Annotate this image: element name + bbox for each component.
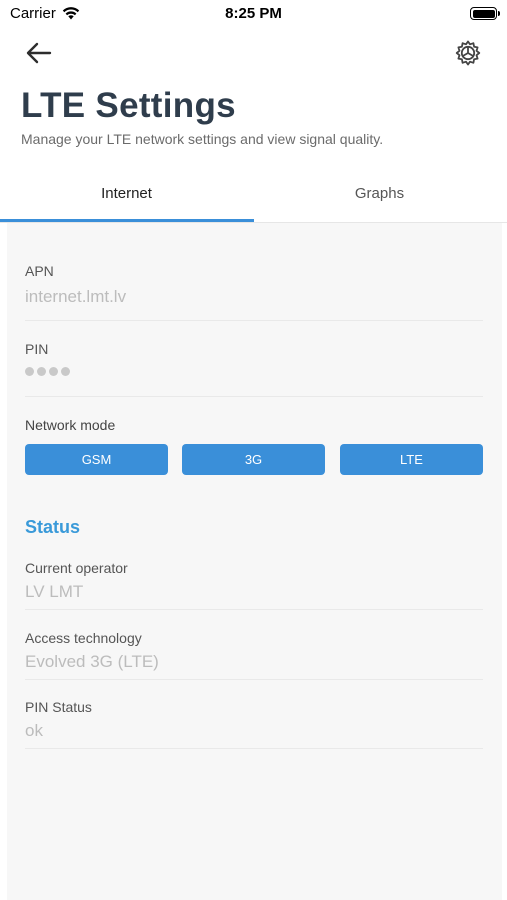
access-technology-label: Access technology [25, 630, 142, 646]
status-heading: Status [25, 517, 81, 537]
arrow-left-icon [26, 42, 52, 64]
back-button[interactable] [24, 38, 54, 68]
pin-status-value: ok [25, 721, 43, 740]
access-technology-value: Evolved 3G (LTE) [25, 652, 159, 671]
pin-field[interactable]: PIN [25, 341, 483, 397]
current-operator-label: Current operator [25, 560, 128, 576]
pin-dot [61, 367, 70, 376]
pin-status-field: PIN Status ok [25, 699, 483, 749]
battery-icon [470, 7, 500, 20]
pin-status-label: PIN Status [25, 699, 92, 715]
current-operator-field: Current operator LV LMT [25, 560, 483, 610]
tab-internet[interactable]: Internet [0, 172, 253, 222]
apn-value[interactable]: internet.lmt.lv [25, 287, 483, 307]
settings-button[interactable] [453, 38, 483, 68]
internet-panel: APN internet.lmt.lv PIN Network mode GSM… [7, 223, 502, 900]
apn-field[interactable]: APN internet.lmt.lv [25, 263, 483, 321]
apn-label: APN [25, 263, 54, 279]
network-mode-lte-button[interactable]: LTE [340, 444, 483, 475]
network-mode-3g-button[interactable]: 3G [182, 444, 325, 475]
status-bar: Carrier 8:25 PM [0, 0, 507, 28]
pin-label: PIN [25, 341, 49, 357]
network-mode-gsm-button[interactable]: GSM [25, 444, 168, 475]
tab-bar: Internet Graphs [0, 172, 507, 223]
access-technology-field: Access technology Evolved 3G (LTE) [25, 630, 483, 680]
page-title: LTE Settings [21, 86, 236, 125]
network-mode-label: Network mode [25, 417, 116, 433]
tab-graphs[interactable]: Graphs [253, 172, 506, 222]
gear-icon [455, 40, 481, 66]
pin-dot [49, 367, 58, 376]
clock: 8:25 PM [225, 5, 282, 22]
active-tab-indicator [0, 219, 254, 222]
pin-dot [25, 367, 34, 376]
current-operator-value: LV LMT [25, 582, 84, 601]
page-subtitle: Manage your LTE network settings and vie… [21, 131, 384, 147]
pin-masked-value[interactable] [25, 367, 483, 376]
pin-dot [37, 367, 46, 376]
